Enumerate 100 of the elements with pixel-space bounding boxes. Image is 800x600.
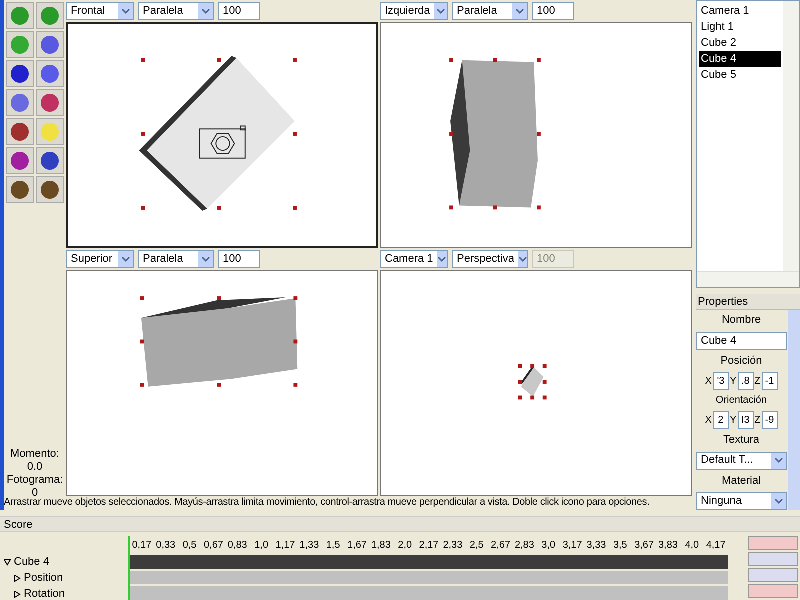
axis-label: Y	[730, 414, 737, 428]
time-tick: 2,33	[442, 539, 464, 554]
triangle-right-icon[interactable]	[14, 574, 21, 582]
tool-icon	[41, 6, 59, 24]
chevron-down-icon[interactable]	[436, 8, 445, 14]
vertical-scrollbar[interactable]	[788, 310, 800, 510]
chevron-down-icon[interactable]	[122, 256, 130, 262]
dropdown[interactable]: Frontal	[66, 2, 134, 20]
track-label[interactable]: Rotation	[24, 586, 65, 600]
track-bar[interactable]	[130, 586, 728, 600]
time-tick: 3,83	[658, 539, 679, 554]
chevron-down-icon[interactable]	[516, 8, 524, 14]
tool-button[interactable]	[36, 176, 64, 203]
time-tick: 0,5	[182, 539, 198, 554]
time-tick: 3,5	[612, 539, 628, 554]
coordinate-field[interactable]: 2	[712, 411, 729, 429]
time-tick: 2,67	[490, 539, 512, 554]
coordinate-field[interactable]: -9	[762, 411, 778, 429]
viewport[interactable]	[66, 22, 378, 248]
dropdown[interactable]: Camera 1	[380, 250, 448, 268]
status-text: Arrastrar mueve objetos seleccionados. Mayús-arrastra limita movimiento, control-arrastra mueve perpendicular a vista. Doble click icono para opciones.	[4, 496, 651, 510]
selected-cube-drawing[interactable]	[450, 58, 541, 210]
chevron-down-icon[interactable]	[122, 8, 130, 14]
track-label[interactable]: Position	[24, 570, 64, 586]
orientation-label: Orientación	[714, 394, 768, 408]
dropdown[interactable]: Izquierda	[380, 2, 448, 20]
chevron-down-icon[interactable]	[774, 498, 782, 504]
object-list-item[interactable]: Light 1	[699, 19, 781, 35]
name-label: Nombre	[720, 313, 762, 328]
track-bar[interactable]	[130, 570, 728, 584]
time-tick: 2,83	[514, 539, 536, 554]
tool-button[interactable]	[36, 60, 64, 87]
triangle-right-icon[interactable]	[14, 590, 21, 598]
tool-icon	[41, 180, 59, 198]
tool-icon	[41, 94, 59, 112]
selected-cube-drawing[interactable]	[140, 296, 298, 387]
tool-icon	[41, 36, 59, 54]
zoom-field[interactable]: 100	[532, 2, 574, 20]
dropdown[interactable]: Paralela	[452, 2, 528, 20]
dropdown[interactable]: Perspectiva	[452, 250, 528, 268]
viewport[interactable]	[380, 22, 692, 248]
coordinate-field[interactable]: .8	[738, 372, 754, 390]
score-header: Score	[0, 516, 800, 532]
track-label[interactable]: Cube 4	[14, 554, 50, 570]
chevron-down-icon[interactable]	[202, 256, 210, 262]
chevron-down-icon[interactable]	[202, 8, 210, 14]
coordinate-field[interactable]: I3	[738, 411, 754, 429]
name-field[interactable]: Cube 4	[696, 332, 787, 350]
dropdown[interactable]: Ninguna	[696, 492, 787, 510]
chevron-down-icon[interactable]	[438, 256, 446, 262]
position-label: Posición	[720, 354, 764, 368]
zoom-field[interactable]: 100	[218, 250, 260, 268]
tool-icon	[11, 64, 29, 82]
coordinate-field[interactable]: '3	[712, 372, 729, 390]
time-tick: 1,17	[274, 539, 296, 554]
selected-cube-drawing[interactable]	[139, 56, 297, 211]
coordinate-field[interactable]: -1	[762, 372, 778, 390]
tool-button[interactable]	[36, 147, 64, 174]
chevron-down-icon[interactable]	[774, 458, 782, 463]
tool-icon	[11, 6, 29, 24]
tool-button[interactable]	[36, 89, 64, 116]
tool-button[interactable]	[6, 60, 34, 87]
tool-button[interactable]	[36, 31, 64, 58]
time-label: Momento:	[10, 448, 60, 461]
object-list-item[interactable]: Cube 5	[699, 67, 781, 83]
tool-icon	[41, 64, 59, 82]
time-tick: 1,67	[346, 539, 368, 554]
object-list-item[interactable]: Cube 4	[699, 51, 781, 67]
time-tick: 2,0	[397, 539, 414, 554]
camera-icon	[199, 126, 246, 159]
time-tick: 3,67	[634, 539, 656, 554]
time-tick: 2,17	[418, 539, 440, 554]
time-tick: 3,17	[562, 539, 584, 554]
tool-button[interactable]	[6, 89, 34, 116]
frame-label: Fotograma:	[6, 474, 64, 487]
dropdown[interactable]: Paralela	[138, 250, 214, 268]
material-label: Material	[720, 474, 762, 488]
tool-icon	[41, 122, 59, 140]
selected-cube-drawing[interactable]	[518, 364, 547, 400]
chevron-down-icon[interactable]	[518, 256, 527, 262]
tool-button[interactable]	[6, 118, 34, 145]
texture-label: Textura	[722, 433, 761, 448]
time-tick: 1,0	[254, 539, 270, 554]
time-tick: 1,5	[325, 539, 342, 554]
tool-button[interactable]	[6, 176, 34, 203]
tool-button[interactable]	[6, 147, 34, 174]
time-tick: 0,33	[155, 539, 177, 554]
dropdown[interactable]: Superior	[66, 250, 134, 268]
dropdown[interactable]: Default T...	[696, 452, 787, 470]
axis-label: Y	[730, 374, 737, 388]
time-tick: 1,33	[298, 539, 320, 554]
time-tick: 3,0	[540, 539, 557, 554]
triangle-down-icon[interactable]	[4, 558, 11, 566]
dropdown[interactable]: Paralela	[138, 2, 214, 20]
object-list-item[interactable]: Cube 2	[699, 35, 781, 51]
zoom-field[interactable]: 100	[218, 2, 260, 20]
horizontal-scrollbar[interactable]	[697, 271, 799, 287]
vertical-scrollbar[interactable]	[783, 1, 799, 271]
track-bar[interactable]	[130, 555, 728, 569]
object-list-item[interactable]: Camera 1	[699, 3, 781, 19]
